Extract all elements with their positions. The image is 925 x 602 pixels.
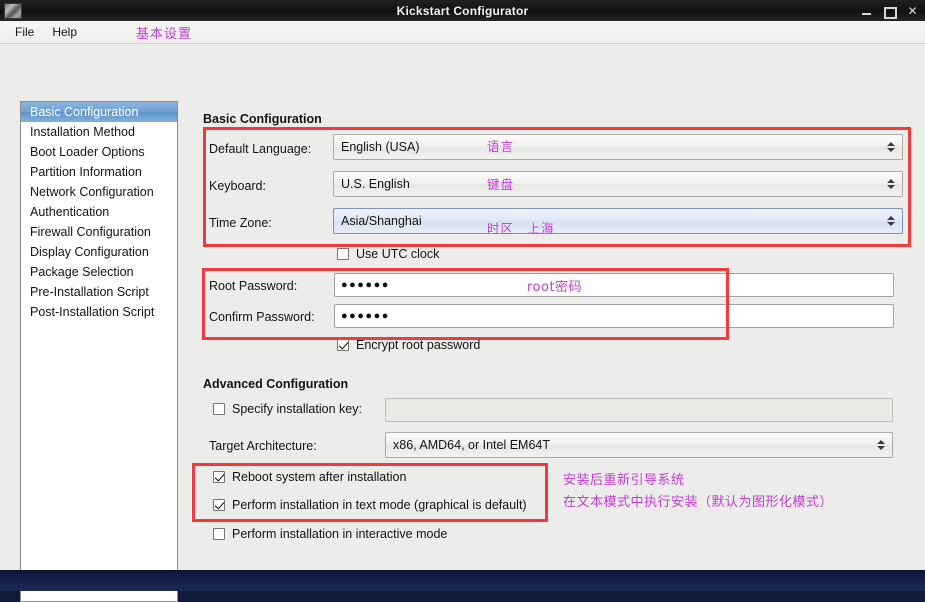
checkbox-icon[interactable] <box>213 403 225 415</box>
checkbox-icon[interactable] <box>213 499 225 511</box>
checkbox-icon[interactable] <box>337 248 349 260</box>
chevron-updown-icon[interactable] <box>880 142 902 152</box>
window-controls: ✕ <box>861 5 918 19</box>
annotation-text-mode: 在文本模式中执行安装（默认为图形化模式） <box>563 495 834 510</box>
chevron-updown-icon[interactable] <box>880 216 902 226</box>
target-architecture-label: Target Architecture: <box>209 439 317 453</box>
window-title: Kickstart Configurator <box>396 3 529 18</box>
menu-help[interactable]: Help <box>43 23 86 41</box>
chevron-updown-icon[interactable] <box>870 440 892 450</box>
close-icon[interactable]: ✕ <box>907 5 918 17</box>
interactive-mode-checkbox[interactable]: Perform installation in interactive mode <box>213 527 447 541</box>
interactive-mode-label: Perform installation in interactive mode <box>232 527 448 541</box>
encrypt-root-password-checkbox[interactable]: Encrypt root password <box>337 338 480 352</box>
confirm-password-input[interactable]: ●●●●●● <box>334 304 894 328</box>
desktop-taskbar <box>0 570 925 591</box>
default-language-value: English (USA) <box>341 140 420 154</box>
sidebar-item-display-configuration[interactable]: Display Configuration <box>21 242 177 262</box>
annotation-reboot: 安装后重新引导系统 <box>563 473 685 488</box>
default-language-label: Default Language: <box>209 142 312 156</box>
sidebar-item-network-configuration[interactable]: Network Configuration <box>21 182 177 202</box>
navigation-sidebar[interactable]: Basic Configuration Installation Method … <box>20 101 178 602</box>
default-language-select[interactable]: English (USA) <box>333 134 903 160</box>
sidebar-item-authentication[interactable]: Authentication <box>21 202 177 222</box>
sidebar-item-post-installation-script[interactable]: Post-Installation Script <box>21 302 177 322</box>
sidebar-item-basic-configuration[interactable]: Basic Configuration <box>21 102 177 122</box>
keyboard-value: U.S. English <box>341 177 410 191</box>
reboot-system-label: Reboot system after installation <box>232 470 407 484</box>
sidebar-item-firewall-configuration[interactable]: Firewall Configuration <box>21 222 177 242</box>
checkbox-icon[interactable] <box>213 528 225 540</box>
title-bar: Kickstart Configurator ✕ <box>0 0 925 21</box>
time-zone-select[interactable]: Asia/Shanghai <box>333 208 903 234</box>
window-body: Basic Configuration Installation Method … <box>0 44 925 602</box>
time-zone-label: Time Zone: <box>209 216 272 230</box>
target-architecture-select[interactable]: x86, AMD64, or Intel EM64T <box>385 432 893 458</box>
advanced-configuration-heading: Advanced Configuration <box>203 377 349 391</box>
minimize-icon[interactable] <box>861 5 872 17</box>
kickstart-configurator-window: Kickstart Configurator ✕ File Help 基本设置 … <box>0 0 925 602</box>
keyboard-select[interactable]: U.S. English <box>333 171 903 197</box>
specify-installation-key-label: Specify installation key: <box>232 402 362 416</box>
keyboard-label: Keyboard: <box>209 179 266 193</box>
checkbox-icon[interactable] <box>213 471 225 483</box>
use-utc-clock-label: Use UTC clock <box>356 247 440 261</box>
basic-configuration-heading: Basic Configuration <box>203 112 322 126</box>
sidebar-item-boot-loader-options[interactable]: Boot Loader Options <box>21 142 177 162</box>
sidebar-item-pre-installation-script[interactable]: Pre-Installation Script <box>21 282 177 302</box>
sidebar-item-partition-information[interactable]: Partition Information <box>21 162 177 182</box>
menu-file[interactable]: File <box>6 23 43 41</box>
root-password-value: ●●●●●● <box>341 279 390 291</box>
desktop: Kickstart Configurator ✕ File Help 基本设置 … <box>0 0 925 602</box>
target-architecture-value: x86, AMD64, or Intel EM64T <box>393 438 551 452</box>
reboot-system-checkbox[interactable]: Reboot system after installation <box>213 470 406 484</box>
installation-key-input[interactable] <box>385 398 893 422</box>
content-pane: Basic Configuration Default Language: En… <box>192 101 919 564</box>
confirm-password-label: Confirm Password: <box>209 310 315 324</box>
encrypt-root-password-label: Encrypt root password <box>356 338 481 352</box>
chevron-updown-icon[interactable] <box>880 179 902 189</box>
text-mode-checkbox[interactable]: Perform installation in text mode (graph… <box>213 498 527 512</box>
maximize-icon[interactable] <box>884 5 897 19</box>
specify-installation-key-checkbox[interactable]: Specify installation key: <box>213 402 362 416</box>
confirm-password-value: ●●●●●● <box>341 310 390 322</box>
sidebar-item-installation-method[interactable]: Installation Method <box>21 122 177 142</box>
sidebar-item-package-selection[interactable]: Package Selection <box>21 262 177 282</box>
root-password-input[interactable]: ●●●●●● <box>334 273 894 297</box>
use-utc-clock-checkbox[interactable]: Use UTC clock <box>337 247 439 261</box>
root-password-label: Root Password: <box>209 279 298 293</box>
checkbox-icon[interactable] <box>337 339 349 351</box>
annotation-basic-settings: 基本设置 <box>136 27 193 42</box>
time-zone-value: Asia/Shanghai <box>341 214 422 228</box>
menu-bar: File Help 基本设置 <box>0 21 925 44</box>
app-icon <box>4 2 22 19</box>
text-mode-label: Perform installation in text mode (graph… <box>232 498 527 512</box>
